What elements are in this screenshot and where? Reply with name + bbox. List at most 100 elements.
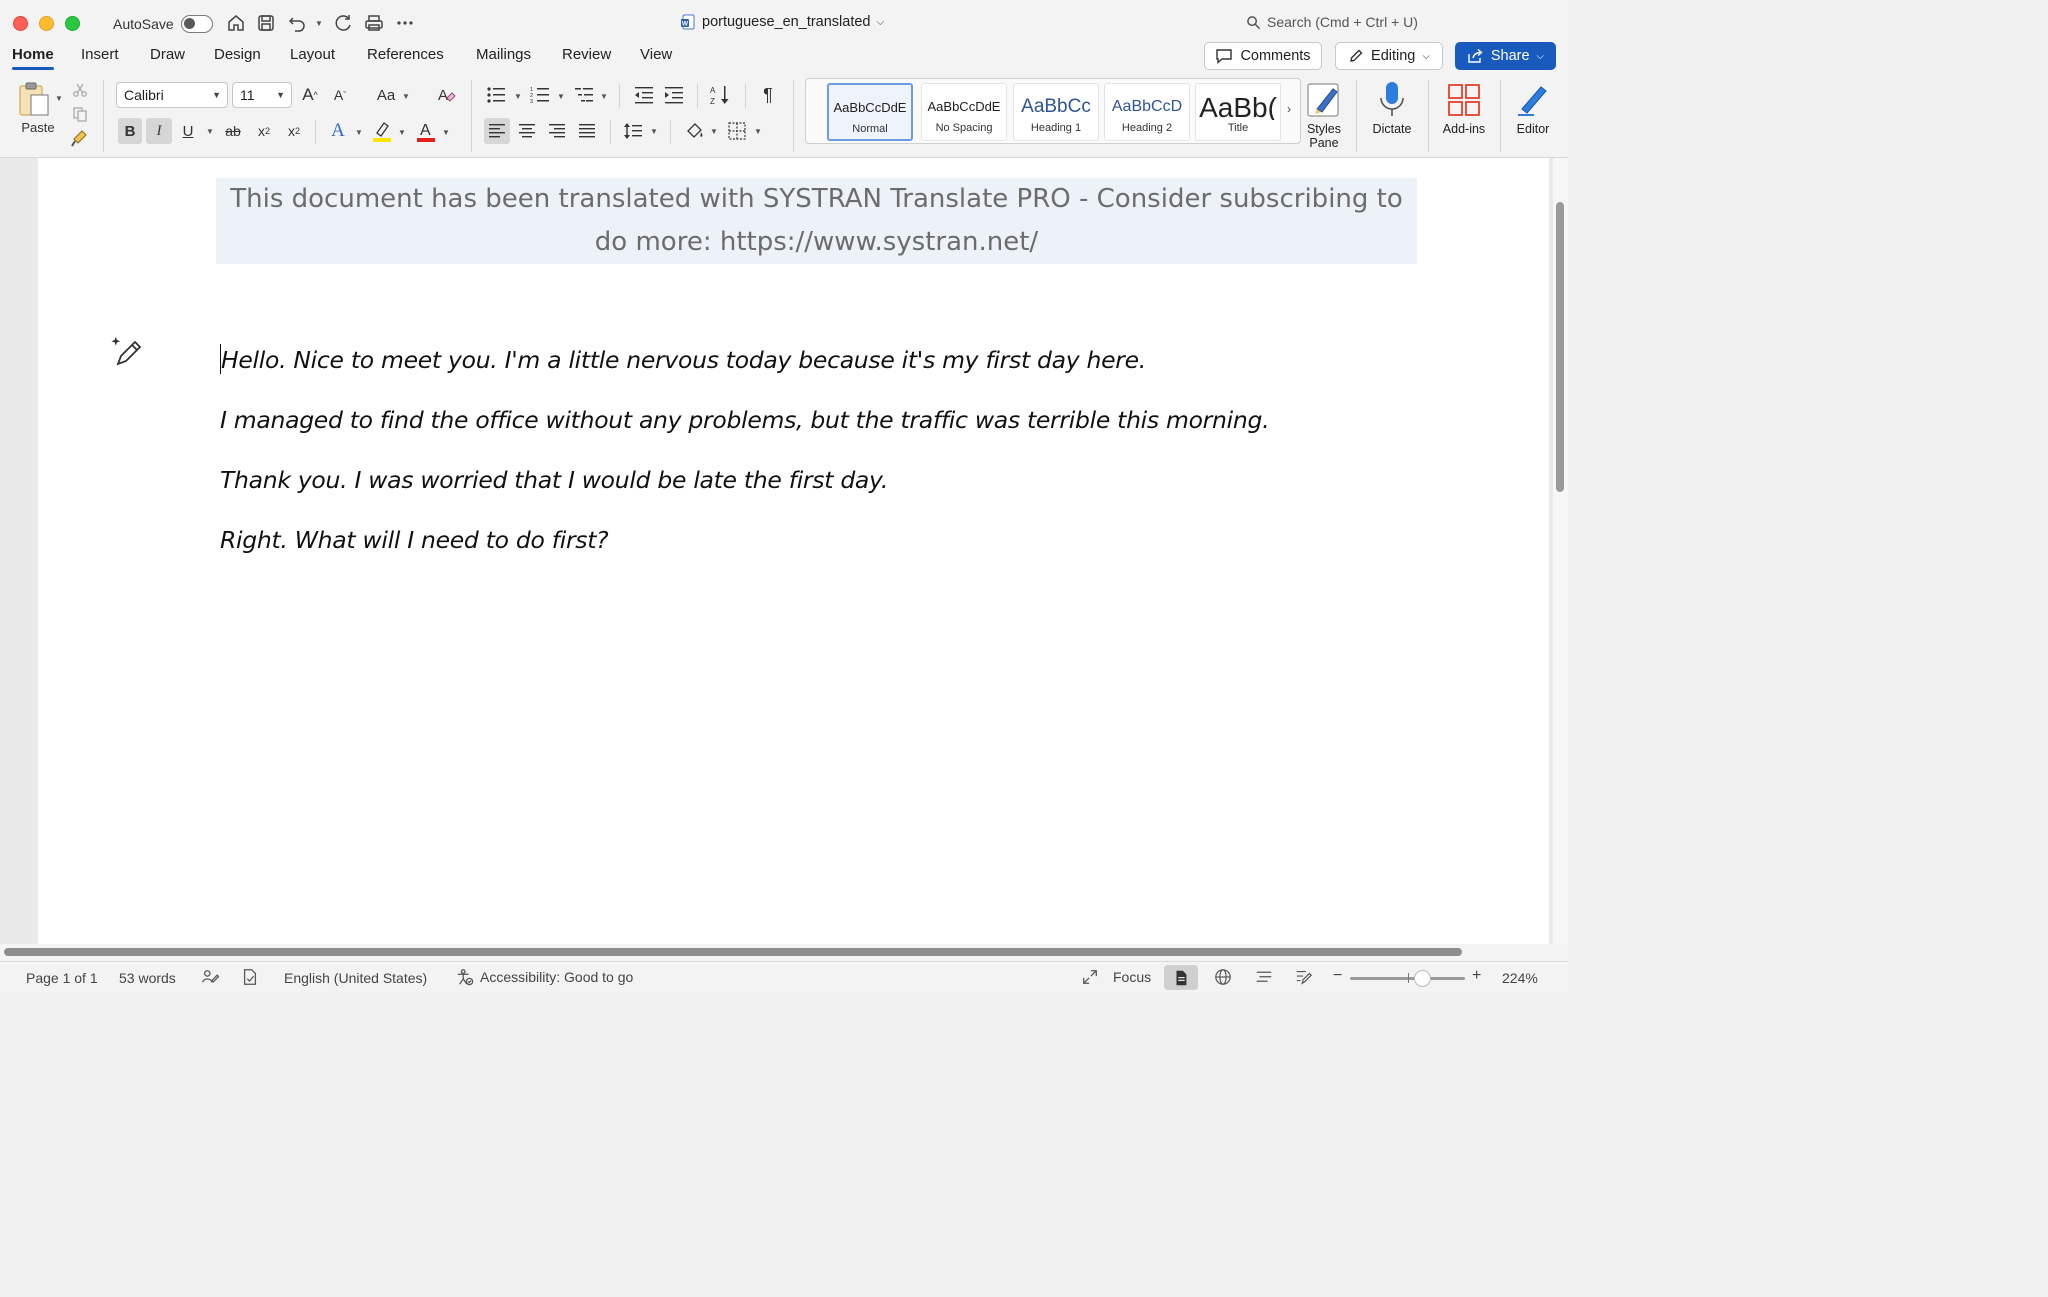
chevron-down-icon[interactable]: ▼ bbox=[514, 92, 522, 101]
horizontal-scroll-thumb[interactable] bbox=[4, 948, 1462, 956]
tab-references[interactable]: References bbox=[367, 46, 444, 63]
justify-icon[interactable] bbox=[575, 118, 599, 144]
style-heading-2[interactable]: AaBbCcD Heading 2 bbox=[1104, 83, 1190, 141]
document-title[interactable]: W portuguese_en_translated ⌵ bbox=[680, 14, 884, 30]
bullets-icon[interactable] bbox=[484, 84, 508, 106]
multilevel-list-icon[interactable] bbox=[572, 84, 596, 106]
chevron-down-icon[interactable]: ▼ bbox=[710, 127, 718, 136]
paragraph[interactable]: Thank you. I was worried that I would be… bbox=[220, 460, 1269, 520]
chevron-down-icon[interactable]: ▼ bbox=[600, 92, 608, 101]
show-formatting-icon[interactable]: ¶ bbox=[757, 83, 779, 107]
style-title[interactable]: AaBb( Title bbox=[1195, 83, 1281, 141]
chevron-down-icon[interactable]: ▼ bbox=[402, 92, 410, 101]
comments-button[interactable]: Comments bbox=[1204, 42, 1322, 70]
tab-review[interactable]: Review bbox=[562, 46, 611, 63]
track-changes-icon[interactable] bbox=[201, 968, 219, 986]
vertical-scroll-thumb[interactable] bbox=[1556, 202, 1564, 492]
tab-insert[interactable]: Insert bbox=[81, 46, 119, 63]
copy-icon[interactable] bbox=[70, 104, 90, 124]
clear-formatting-icon[interactable]: A bbox=[434, 84, 458, 106]
highlight-color-button[interactable] bbox=[370, 118, 394, 144]
home-icon[interactable] bbox=[225, 12, 247, 34]
dictate-button[interactable]: Dictate bbox=[1362, 78, 1422, 136]
styles-pane-button[interactable]: Styles Pane bbox=[1294, 78, 1354, 150]
addins-button[interactable]: Add-ins bbox=[1434, 78, 1494, 136]
paste-dropdown-icon[interactable]: ▼ bbox=[55, 94, 63, 103]
paragraph[interactable]: Hello. Nice to meet you. I'm a little ne… bbox=[220, 340, 1269, 400]
undo-icon[interactable] bbox=[286, 12, 308, 34]
zoom-slider-thumb[interactable] bbox=[1414, 970, 1431, 987]
more-options-icon[interactable] bbox=[394, 12, 416, 34]
tab-view[interactable]: View bbox=[640, 46, 672, 63]
shrink-font-button[interactable]: Aˇ bbox=[329, 84, 351, 106]
paste-icon[interactable] bbox=[14, 80, 54, 120]
chevron-down-icon[interactable]: ▼ bbox=[206, 127, 214, 136]
chevron-down-icon[interactable]: ▼ bbox=[557, 92, 565, 101]
style-heading-1[interactable]: AaBbCc Heading 1 bbox=[1013, 83, 1099, 141]
chevron-down-icon[interactable]: ▼ bbox=[754, 127, 762, 136]
decrease-indent-icon[interactable] bbox=[632, 84, 656, 106]
word-count[interactable]: 53 words bbox=[119, 970, 176, 986]
cut-icon[interactable] bbox=[70, 80, 90, 100]
chevron-down-icon[interactable]: ▼ bbox=[355, 128, 363, 137]
save-icon[interactable] bbox=[255, 12, 277, 34]
style-no-spacing[interactable]: AaBbCcDdE No Spacing bbox=[921, 83, 1007, 141]
document-page[interactable]: This document has been translated with S… bbox=[38, 158, 1549, 944]
format-painter-icon[interactable] bbox=[70, 128, 90, 148]
underline-button[interactable]: U bbox=[177, 118, 199, 144]
tab-layout[interactable]: Layout bbox=[290, 46, 335, 63]
close-window-button[interactable] bbox=[13, 16, 28, 31]
page-count[interactable]: Page 1 of 1 bbox=[26, 970, 98, 986]
font-size-select[interactable]: 11 ▼ bbox=[232, 82, 292, 108]
share-button[interactable]: Share ⌵ bbox=[1455, 42, 1556, 70]
strikethrough-button[interactable]: ab bbox=[221, 118, 245, 144]
paragraph[interactable]: Right. What will I need to do first? bbox=[220, 520, 1269, 580]
minimize-window-button[interactable] bbox=[39, 16, 54, 31]
change-case-button[interactable]: Aa bbox=[372, 84, 400, 106]
text-effects-button[interactable]: A bbox=[327, 118, 349, 144]
vertical-scrollbar[interactable] bbox=[1553, 158, 1568, 944]
subscript-button[interactable]: x2 bbox=[253, 118, 275, 144]
redo-icon[interactable] bbox=[332, 12, 354, 34]
outline-view-icon[interactable] bbox=[1255, 968, 1273, 986]
bold-button[interactable]: B bbox=[118, 118, 142, 144]
draft-view-icon[interactable] bbox=[1295, 968, 1313, 986]
copilot-draft-icon[interactable] bbox=[110, 334, 146, 370]
font-name-select[interactable]: Calibri ▼ bbox=[116, 82, 228, 108]
chevron-down-icon[interactable]: ▼ bbox=[650, 127, 658, 136]
shading-icon[interactable] bbox=[683, 118, 707, 144]
zoom-out-button[interactable]: − bbox=[1333, 967, 1342, 985]
document-body[interactable]: Hello. Nice to meet you. I'm a little ne… bbox=[220, 340, 1270, 580]
italic-button[interactable]: I bbox=[146, 118, 172, 144]
proofing-icon[interactable] bbox=[241, 968, 259, 986]
numbering-icon[interactable]: 123 bbox=[528, 84, 552, 106]
grow-font-button[interactable]: A ^ bbox=[299, 84, 321, 106]
tab-home[interactable]: Home bbox=[12, 46, 54, 70]
superscript-button[interactable]: x2 bbox=[283, 118, 305, 144]
language-indicator[interactable]: English (United States) bbox=[284, 970, 427, 986]
increase-indent-icon[interactable] bbox=[662, 84, 686, 106]
accessibility-checker[interactable]: Accessibility: Good to go bbox=[456, 968, 633, 986]
focus-mode-button[interactable]: Focus bbox=[1081, 968, 1151, 986]
zoom-in-button[interactable]: + bbox=[1472, 967, 1481, 985]
search-field[interactable]: Search (Cmd + Ctrl + U) bbox=[1246, 14, 1418, 30]
web-layout-icon[interactable] bbox=[1214, 968, 1232, 986]
tab-draw[interactable]: Draw bbox=[150, 46, 185, 63]
tab-mailings[interactable]: Mailings bbox=[476, 46, 531, 63]
chevron-down-icon[interactable]: ▼ bbox=[442, 128, 450, 137]
chevron-down-icon[interactable]: ▼ bbox=[398, 128, 406, 137]
font-color-button[interactable]: A bbox=[414, 118, 438, 144]
zoom-level[interactable]: 224% bbox=[1502, 970, 1538, 986]
maximize-window-button[interactable] bbox=[65, 16, 80, 31]
line-spacing-icon[interactable] bbox=[621, 118, 645, 144]
tab-design[interactable]: Design bbox=[214, 46, 261, 63]
align-center-icon[interactable] bbox=[515, 118, 539, 144]
align-right-icon[interactable] bbox=[545, 118, 569, 144]
editor-button[interactable]: Editor bbox=[1503, 78, 1563, 136]
undo-dropdown-icon[interactable]: ▼ bbox=[315, 19, 323, 28]
autosave-toggle[interactable] bbox=[181, 15, 213, 33]
paragraph[interactable]: I managed to find the office without any… bbox=[220, 400, 1270, 460]
align-left-icon[interactable] bbox=[484, 118, 510, 144]
borders-icon[interactable] bbox=[725, 118, 749, 144]
horizontal-scrollbar[interactable] bbox=[0, 944, 1568, 960]
